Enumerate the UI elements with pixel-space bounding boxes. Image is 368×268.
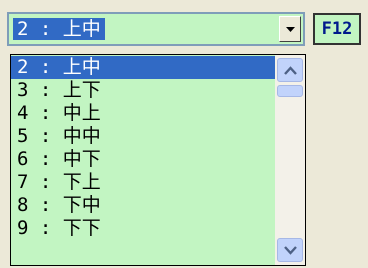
list-item[interactable]: 7 : 下上 [11,171,275,194]
list-item[interactable]: 5 : 中中 [11,125,275,148]
combo-selected-value: 2 : 上中 [13,18,105,40]
scroll-up-button[interactable] [277,58,303,82]
dropdown-list[interactable]: 2 : 上中 3 : 上下 4 : 中上 5 : 中中 6 : 中下 7 : 下… [10,54,306,266]
list-item[interactable]: 4 : 中上 [11,102,275,125]
scroll-down-button[interactable] [277,238,303,262]
scrollbar-thumb[interactable] [277,85,303,97]
scroll-up-arrow-icon [284,66,297,75]
list-item[interactable]: 8 : 下中 [11,194,275,217]
chevron-down-icon [286,27,295,32]
list-item[interactable]: 3 : 上下 [11,79,275,102]
list-item[interactable]: 6 : 中下 [11,148,275,171]
list-item[interactable]: 2 : 上中 [11,56,275,79]
scroll-down-arrow-icon [284,246,297,255]
list-item[interactable]: 9 : 下下 [11,217,275,240]
vertical-scrollbar[interactable] [275,55,305,265]
combo-box[interactable]: 2 : 上中 [7,12,305,46]
dropdown-button[interactable] [279,16,301,42]
f12-key-label[interactable]: F12 [313,13,361,45]
